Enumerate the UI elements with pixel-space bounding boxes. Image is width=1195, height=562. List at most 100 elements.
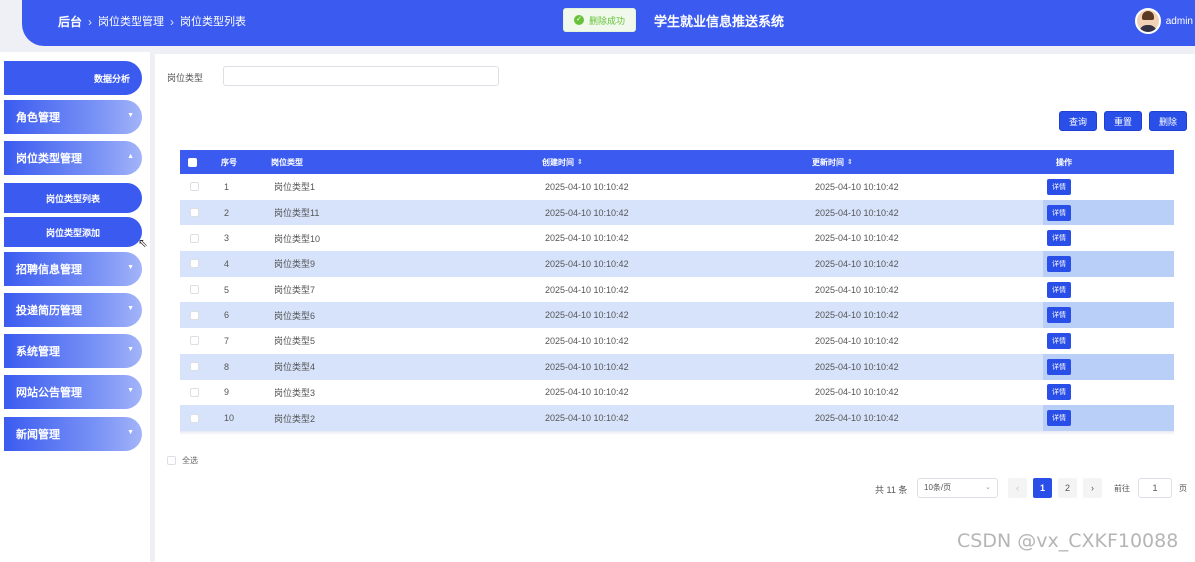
breadcrumb-item-type-list: 岗位类型列表 (180, 16, 247, 28)
detail-button[interactable]: 详情 (1047, 204, 1071, 221)
select-all-bottom-checkbox[interactable] (167, 456, 176, 465)
table-row: 6 岗位类型6 2025-04-10 10:10:42 2025-04-10 10:1… (180, 302, 1174, 329)
sidebar-item-type-manage[interactable]: 岗位类型管理 ▲ (4, 141, 142, 175)
select-all[interactable]: 全选 (167, 455, 198, 466)
row-checkbox[interactable] (190, 387, 199, 397)
sidebar-item-system-manage[interactable]: 系统管理 ▼ (4, 334, 142, 368)
select-all-label: 全选 (182, 456, 198, 465)
table-row: 9 岗位类型3 2025-04-10 10:10:42 2025-04-10 10:1… (180, 379, 1174, 406)
detail-button[interactable]: 详情 (1047, 255, 1071, 272)
header-index: 序号 (221, 157, 237, 167)
row-checkbox[interactable] (190, 310, 199, 320)
page-unit-label: 页 (1179, 484, 1187, 493)
page-2-button[interactable]: 2 (1058, 478, 1077, 498)
row-checkbox-cell (190, 354, 199, 380)
row-updated: 2025-04-10 10:10:42 (815, 233, 899, 244)
row-checkbox-cell (190, 302, 199, 328)
row-checkbox[interactable] (190, 285, 199, 295)
row-op-cell: 详情 (1043, 199, 1174, 226)
row-index: 2 (224, 207, 230, 218)
row-index: 5 (224, 284, 230, 295)
row-checkbox-cell (190, 200, 199, 226)
row-index: 10 (224, 413, 235, 424)
detail-button[interactable]: 详情 (1047, 384, 1071, 401)
main-content: 岗位类型 查询 重置 删除 序号 岗位类型 创建时间 ⇕ 更新时间 ⇕ 操作 1… (155, 54, 1195, 562)
search-input[interactable] (223, 66, 499, 86)
row-checkbox[interactable] (190, 208, 199, 218)
page-size-value: 10条/页 (924, 483, 952, 492)
detail-button[interactable]: 详情 (1047, 307, 1071, 324)
sidebar-item-type-add[interactable]: 岗位类型添加 (4, 217, 142, 247)
row-checkbox[interactable] (190, 259, 199, 269)
avatar[interactable] (1134, 8, 1161, 34)
row-checkbox-cell (190, 277, 199, 303)
row-type: 岗位类型2 (274, 413, 316, 424)
row-index: 9 (224, 387, 230, 398)
caret-down-icon: ▼ (127, 429, 134, 436)
detail-button[interactable]: 详情 (1047, 358, 1071, 375)
row-index: 8 (224, 361, 230, 372)
page-size-select[interactable]: 10条/页 ⌄ (917, 478, 998, 498)
sidebar-item-resume-manage[interactable]: 投递简历管理 ▼ (4, 293, 142, 327)
delete-button[interactable]: 删除 (1149, 111, 1187, 131)
table-header: 序号 岗位类型 创建时间 ⇕ 更新时间 ⇕ 操作 (180, 150, 1174, 174)
detail-button[interactable]: 详情 (1047, 230, 1071, 247)
detail-button[interactable]: 详情 (1047, 281, 1071, 298)
header-created-label: 创建时间 (542, 157, 574, 167)
caret-down-icon: ▼ (127, 305, 134, 312)
caret-down-icon: ▼ (127, 346, 134, 353)
sidebar-item-recruit-manage[interactable]: 招聘信息管理 ▼ (4, 252, 142, 286)
row-checkbox[interactable] (190, 413, 199, 423)
detail-button[interactable]: 详情 (1047, 410, 1071, 427)
reset-button[interactable]: 重置 (1104, 111, 1142, 131)
check-circle-icon: ✓ (574, 15, 584, 25)
row-updated: 2025-04-10 10:10:42 (815, 284, 899, 295)
row-created: 2025-04-10 10:10:42 (545, 310, 629, 321)
row-checkbox-cell (190, 380, 199, 406)
caret-down-icon: ▼ (127, 112, 134, 119)
row-created: 2025-04-10 10:10:42 (545, 335, 629, 346)
sidebar-item-label: 投递简历管理 (16, 305, 82, 317)
row-op-cell: 详情 (1043, 353, 1174, 380)
row-index: 6 (224, 310, 230, 321)
goto-page-input[interactable]: 1 (1138, 478, 1172, 498)
row-op-cell: 详情 (1043, 174, 1174, 200)
table-bottom-shadow (180, 430, 1174, 435)
row-updated: 2025-04-10 10:10:42 (815, 413, 899, 424)
row-created: 2025-04-10 10:10:42 (545, 233, 629, 244)
sidebar-item-notice-manage[interactable]: 网站公告管理 ▼ (4, 375, 142, 409)
header-created[interactable]: 创建时间 ⇕ (542, 150, 583, 174)
row-op-cell: 详情 (1043, 405, 1174, 431)
prev-page-button[interactable]: ‹ (1008, 478, 1027, 498)
sidebar-item-news-manage[interactable]: 新闻管理 ▼ (4, 417, 142, 451)
breadcrumb-item-type-manage[interactable]: 岗位类型管理 (98, 0, 164, 44)
row-checkbox[interactable] (190, 336, 199, 346)
query-button[interactable]: 查询 (1059, 111, 1097, 131)
sidebar-item-role-manage[interactable]: 角色管理 ▼ (4, 100, 142, 134)
sort-icon[interactable]: ⇕ (847, 158, 853, 166)
table-row: 5 岗位类型7 2025-04-10 10:10:42 2025-04-10 10:1… (180, 276, 1174, 303)
sort-icon[interactable]: ⇕ (577, 158, 583, 166)
sidebar-item-data-analysis[interactable]: 数据分析 (4, 61, 142, 95)
detail-button[interactable]: 详情 (1047, 332, 1071, 349)
toast-message: 删除成功 (589, 15, 626, 26)
row-updated: 2025-04-10 10:10:42 (815, 207, 899, 218)
sidebar-item-type-list[interactable]: 岗位类型列表 (4, 183, 142, 213)
row-type: 岗位类型6 (274, 310, 316, 321)
row-checkbox[interactable] (190, 182, 199, 192)
row-checkbox[interactable] (190, 362, 199, 372)
sidebar: 数据分析 角色管理 ▼ 岗位类型管理 ▲ 岗位类型列表 岗位类型添加 招聘信息管… (0, 52, 150, 562)
page-1-button[interactable]: 1 (1033, 478, 1052, 498)
header-checkbox-cell (188, 150, 197, 174)
sidebar-item-label: 岗位类型添加 (45, 227, 100, 238)
next-page-button[interactable]: › (1083, 478, 1102, 498)
row-updated: 2025-04-10 10:10:42 (815, 335, 899, 346)
select-all-checkbox[interactable] (188, 157, 197, 167)
detail-button[interactable]: 详情 (1047, 178, 1071, 195)
row-checkbox[interactable] (190, 233, 199, 243)
header-updated[interactable]: 更新时间 ⇕ (812, 150, 853, 174)
sidebar-item-label: 角色管理 (16, 112, 60, 124)
username[interactable]: admin (1166, 16, 1193, 27)
user-menu[interactable]: admin (1134, 8, 1193, 34)
breadcrumb-home[interactable]: 后台 (58, 0, 82, 44)
